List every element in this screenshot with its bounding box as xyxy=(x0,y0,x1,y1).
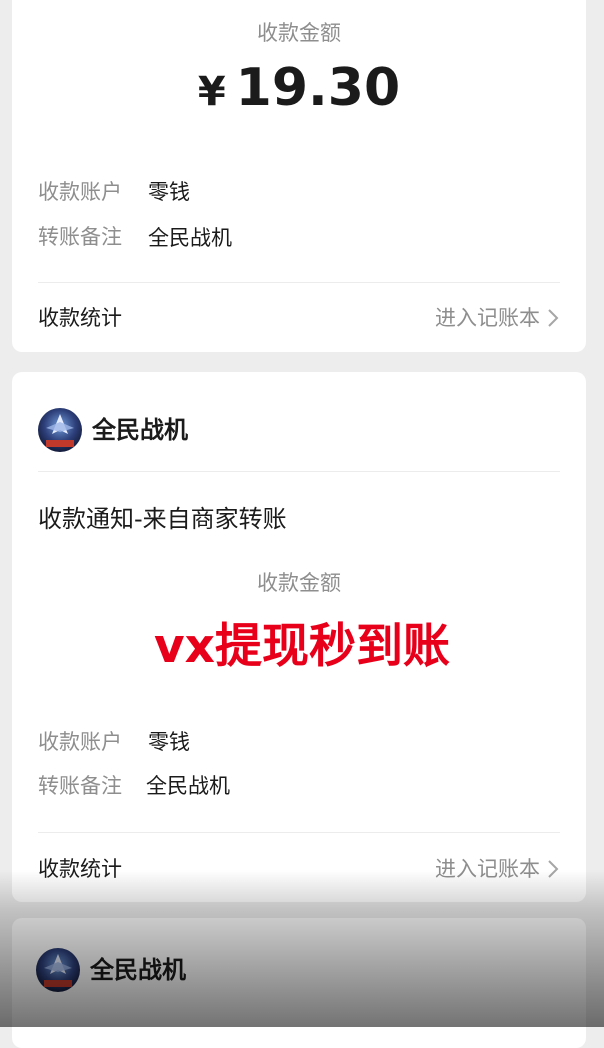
account-label: 收款账户 xyxy=(38,730,122,754)
stats-row[interactable]: 收款统计 进入记账本 xyxy=(12,283,586,352)
remark-label: 转账备注 xyxy=(38,774,122,798)
payment-card-1: 收款金额 ¥19.30 收款账户 零钱 转账备注 全民战机 收款统计 进入记账本 xyxy=(12,0,586,352)
game-avatar-icon xyxy=(38,408,82,452)
account-label: 收款账户 xyxy=(38,180,122,204)
ledger-link[interactable]: 进入记账本 xyxy=(435,308,540,329)
chevron-right-icon xyxy=(548,309,559,327)
amount-number: 19.30 xyxy=(235,58,401,118)
chevron-right-icon xyxy=(548,860,559,878)
remark-value: 全民战机 xyxy=(146,774,230,798)
merchant-name: 全民战机 xyxy=(90,956,186,984)
stats-row[interactable]: 收款统计 进入记账本 xyxy=(12,833,586,902)
stats-label: 收款统计 xyxy=(38,857,122,881)
amount-value: ¥19.30 xyxy=(12,62,586,114)
remark-label: 转账备注 xyxy=(38,225,122,249)
merchant-name: 全民战机 xyxy=(92,416,188,444)
amount-label: 收款金额 xyxy=(257,21,341,45)
divider xyxy=(38,471,560,472)
payment-card-3: 全民战机 xyxy=(12,918,586,1048)
amount-label: 收款金额 xyxy=(257,571,341,595)
remark-value: 全民战机 xyxy=(148,226,232,250)
account-value: 零钱 xyxy=(148,730,190,754)
stats-label: 收款统计 xyxy=(38,306,122,330)
account-value: 零钱 xyxy=(148,180,190,204)
promo-overlay-text: vx提现秒到账 xyxy=(154,619,450,674)
notice-title: 收款通知-来自商家转账 xyxy=(38,505,287,533)
game-avatar-icon xyxy=(36,948,80,992)
ledger-link[interactable]: 进入记账本 xyxy=(435,859,540,880)
currency-symbol: ¥ xyxy=(197,69,226,115)
